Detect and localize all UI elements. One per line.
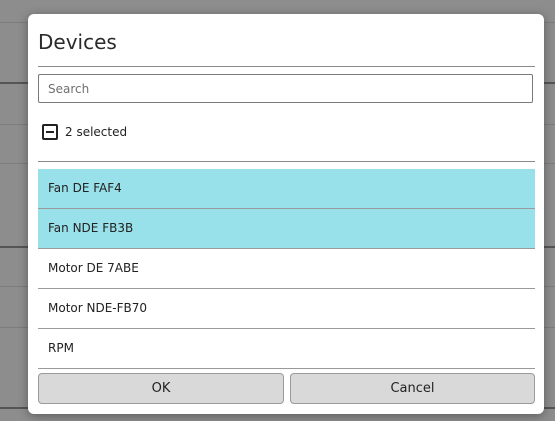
title-divider bbox=[38, 66, 535, 67]
list-item[interactable]: Fan DE FAF4 bbox=[38, 169, 535, 209]
cancel-button[interactable]: Cancel bbox=[290, 373, 535, 404]
list-item[interactable]: Fan NDE FB3B bbox=[38, 209, 535, 249]
device-list: Fan DE FAF4 Fan NDE FB3B Motor DE 7ABE Moto… bbox=[38, 169, 535, 369]
list-divider bbox=[38, 161, 535, 162]
list-item[interactable]: RPM bbox=[38, 329, 535, 369]
select-all-toggle[interactable]: 2 selected bbox=[42, 122, 127, 142]
search-input[interactable] bbox=[38, 74, 533, 103]
indeterminate-checkbox-icon[interactable] bbox=[42, 124, 58, 140]
list-item[interactable]: Motor NDE-FB70 bbox=[38, 289, 535, 329]
dialog-title: Devices bbox=[38, 30, 117, 54]
selection-count-label: 2 selected bbox=[65, 125, 128, 139]
list-item[interactable]: Motor DE 7ABE bbox=[38, 249, 535, 289]
ok-button[interactable]: OK bbox=[38, 373, 284, 404]
devices-dialog: Devices 2 selected Fan DE FAF4Fan NDE FB… bbox=[28, 14, 544, 414]
